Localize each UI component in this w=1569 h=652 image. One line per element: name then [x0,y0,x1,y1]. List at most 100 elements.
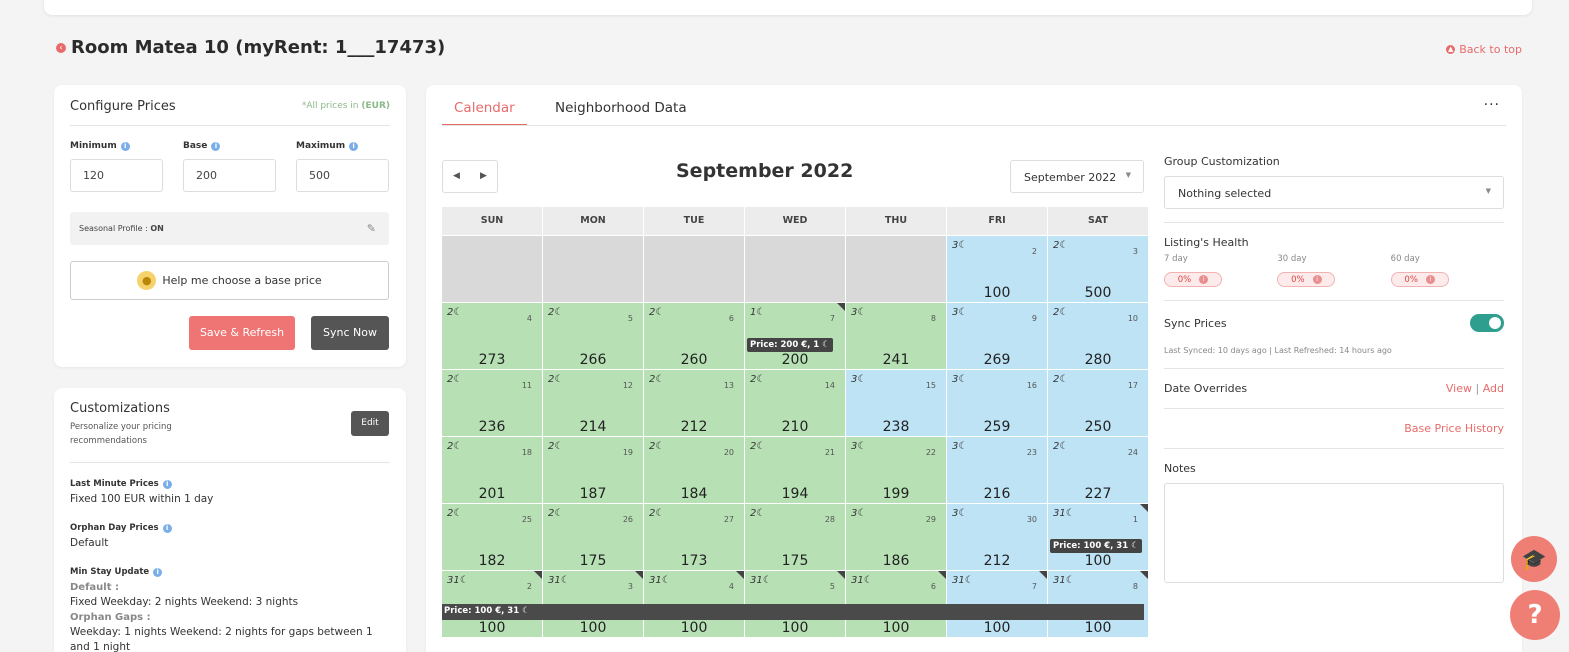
back-to-top-link[interactable]: ▲ Back to top [1446,43,1522,56]
tabs-divider [442,125,1506,126]
sync-now-button[interactable]: Sync Now [311,316,389,350]
calendar-day-cell[interactable]: 3☾ 8 241 [846,303,946,369]
collapse-icon[interactable]: ‹ [56,42,66,53]
lightbulb-icon: ● [137,271,157,290]
day-price: 182 [478,553,506,569]
tab-neighborhood-data[interactable]: Neighborhood Data [555,100,687,116]
override-corner-icon [1140,504,1148,512]
next-month-icon[interactable]: ▶ [470,161,497,192]
maximum-input[interactable]: 500 [296,159,389,192]
calendar-day-cell[interactable]: 2☾ 27 173 [644,504,744,570]
graduation-cap-icon[interactable]: 🎓 [1511,536,1557,582]
caret-down-icon: ▼ [1485,187,1491,195]
calendar-day-cell[interactable]: 31☾ 1 100 Price: 100 €, 31 ☾ [1048,504,1148,570]
calendar-day-cell[interactable]: 2☾ 25 182 [442,504,542,570]
day-number: 3 [627,582,633,591]
calendar-day-cell[interactable]: 2☾ 24 227 [1048,437,1148,503]
prev-month-icon[interactable]: ◀ [443,161,470,192]
help-base-price-button[interactable]: ● Help me choose a base price [70,261,389,300]
calendar-day-cell[interactable]: 3☾ 29 186 [846,504,946,570]
health-pill[interactable]: 0% i [1390,272,1449,287]
info-icon[interactable]: i [153,567,163,577]
notes-textarea[interactable] [1164,483,1504,583]
edit-button[interactable]: Edit [351,411,389,436]
day-number: 6 [930,582,936,591]
calendar-day-cell[interactable]: 2☾ 10 280 [1048,303,1148,369]
calendar-day-cell[interactable]: 2☾ 13 212 [644,370,744,436]
info-icon[interactable]: i [162,479,172,489]
day-number: 19 [622,448,633,457]
calendar-day-cell[interactable]: 2☾ 20 184 [644,437,744,503]
calendar-day-cell[interactable]: 2☾ 12 214 [543,370,643,436]
day-number: 11 [521,381,532,390]
min-stay-label: 2☾ [750,374,766,385]
calendar-day-cell[interactable]: 3☾ 9 269 [947,303,1047,369]
calendar-day-cell[interactable]: 2☾ 11 236 [442,370,542,436]
day-price: 100 [983,620,1011,636]
date-overrides-label: Date Overrides [1164,382,1248,395]
calendar-day-cell[interactable]: 2☾ 4 273 [442,303,542,369]
min-stay-label: 2☾ [1053,307,1069,318]
calendar-day-cell[interactable]: 3☾ 30 212 [947,504,1047,570]
health-pill[interactable]: 0% i [1164,272,1222,287]
calendar-day-cell[interactable]: 2☾ 6 260 [644,303,744,369]
base-input[interactable]: 200 [183,159,276,192]
override-corner-icon [736,571,744,579]
configure-prices-card: Configure Prices *All prices in (EUR) Mi… [54,85,406,367]
min-stay-label: 2☾ [548,441,564,452]
calendar-cell-empty [745,236,845,302]
info-icon[interactable]: i [211,141,221,151]
day-price: 227 [1084,486,1112,502]
minimum-input[interactable]: 120 [70,159,163,192]
day-number: 23 [1026,448,1037,457]
day-price: 100 [983,285,1011,301]
health-30-day: 30 day 0% i [1277,254,1390,287]
day-number: 14 [824,381,835,390]
calendar-day-cell[interactable]: 3☾ 16 259 [947,370,1047,436]
more-options-icon[interactable]: ··· [1484,97,1500,113]
base-price-history-link[interactable]: Base Price History [1164,422,1504,435]
calendar-day-cell[interactable]: 2☾ 3 500 [1048,236,1148,302]
info-icon[interactable]: i [120,141,130,151]
edit-pencil-icon[interactable]: ✎ [367,222,376,235]
calendar-day-cell[interactable]: 2☾ 28 175 [745,504,845,570]
listing-health-label: Listing's Health [1164,236,1249,249]
day-number: 4 [526,314,532,323]
top-bar [44,0,1532,15]
calendar-day-cell[interactable]: 3☾ 2 100 [947,236,1047,302]
room-title: Room Matea 10 (myRent: 1___17473) [71,37,446,58]
calendar-day-cell[interactable]: 2☾ 14 210 [745,370,845,436]
min-stay-label: 2☾ [649,307,665,318]
save-refresh-button[interactable]: Save & Refresh [189,316,295,350]
calendar-day-cell[interactable]: 1☾ 7 200 Price: 200 €, 1 ☾ [745,303,845,369]
calendar-day-cell[interactable]: 2☾ 18 201 [442,437,542,503]
calendar-day-cell[interactable]: 3☾ 23 216 [947,437,1047,503]
tab-calendar[interactable]: Calendar [442,100,527,126]
calendar-day-cell[interactable]: 2☾ 19 187 [543,437,643,503]
min-stay-label: 2☾ [1053,374,1069,385]
view-overrides-link[interactable]: View [1446,382,1472,395]
price-tooltip-bar: Price: 100 €, 31 ☾ [442,604,1144,620]
customizations-title: Customizations [70,401,170,416]
day-price: 241 [882,352,910,368]
info-icon: i [1312,275,1322,284]
day-price: 266 [579,352,607,368]
day-number: 30 [1026,515,1037,524]
last-minute-prices: Last Minute Prices i Fixed 100 EUR within… [70,479,214,505]
calendar-day-cell[interactable]: 2☾ 5 266 [543,303,643,369]
info-icon[interactable]: i [349,141,359,151]
calendar-day-cell[interactable]: 3☾ 15 238 [846,370,946,436]
health-pill[interactable]: 0% i [1277,272,1336,287]
sync-prices-toggle[interactable] [1470,314,1504,332]
help-question-icon[interactable]: ? [1510,590,1560,640]
calendar-day-cell[interactable]: 2☾ 26 175 [543,504,643,570]
month-select[interactable]: September 2022 ▼ [1010,160,1144,193]
calendar-day-cell[interactable]: 2☾ 21 194 [745,437,845,503]
info-icon[interactable]: i [162,523,172,533]
add-override-link[interactable]: Add [1483,382,1504,395]
group-customization-select[interactable]: Nothing selected ▼ [1164,176,1504,209]
min-stay-label: 2☾ [649,441,665,452]
day-price: 100 [1084,620,1112,636]
calendar-day-cell[interactable]: 2☾ 17 250 [1048,370,1148,436]
calendar-day-cell[interactable]: 3☾ 22 199 [846,437,946,503]
